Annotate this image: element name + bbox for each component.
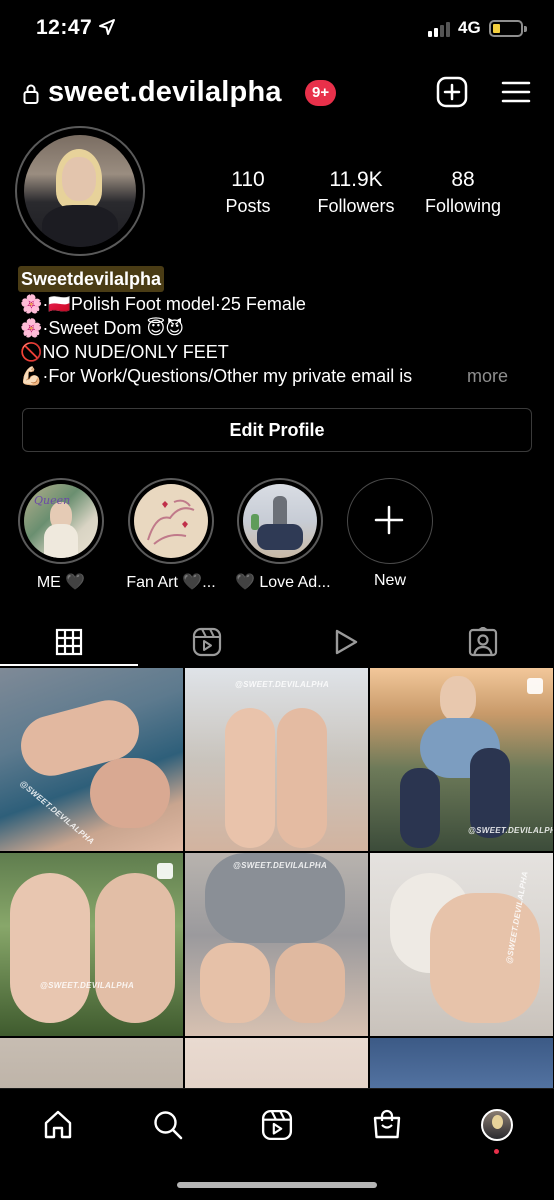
- tab-tagged[interactable]: [414, 618, 552, 666]
- profile-avatar: [481, 1109, 513, 1141]
- username[interactable]: sweet.devilalpha: [48, 76, 282, 109]
- shop-icon: [373, 1109, 401, 1139]
- highlight-label: ME 🖤: [36, 574, 86, 591]
- home-indicator[interactable]: [177, 1182, 377, 1188]
- add-post-icon[interactable]: [436, 76, 468, 108]
- tab-active-indicator: [0, 664, 138, 666]
- highlight-label: 🖤 Love Ad...: [235, 574, 331, 591]
- grid-icon: [55, 628, 83, 656]
- tab-video[interactable]: [276, 618, 414, 666]
- watermark: @SWEET.DEVILALPHA: [233, 861, 328, 870]
- nav-shop[interactable]: [367, 1105, 407, 1145]
- stat-label: Followers: [317, 196, 395, 216]
- bio-line: 💪🏻·For Work/Questions/Other my private e…: [20, 364, 509, 388]
- stat-label: Following: [424, 196, 502, 216]
- bio-more-link[interactable]: more: [467, 364, 508, 388]
- watermark: @SWEET.DEVILALPHA: [468, 826, 553, 835]
- status-bar: 12:47 4G: [0, 0, 554, 60]
- nav-reels[interactable]: [257, 1105, 297, 1145]
- highlight-label: New: [373, 572, 406, 589]
- plus-icon: [374, 505, 404, 535]
- notification-badge[interactable]: 9+: [305, 80, 337, 106]
- grid-post[interactable]: @SWEET.DEVILALPHA: [185, 668, 368, 851]
- highlight-label: Fan Art 🖤...: [126, 574, 216, 591]
- grid-post[interactable]: [0, 1038, 183, 1088]
- status-time: 12:47: [36, 16, 93, 39]
- multiple-posts-icon: [157, 863, 173, 879]
- grid-post[interactable]: @SWEET.DEVILALPHA: [0, 853, 183, 1036]
- watermark: @SWEET.DEVILALPHA: [18, 778, 96, 847]
- nav-home[interactable]: [38, 1105, 78, 1145]
- profile-tabs: [0, 618, 554, 666]
- edit-profile-button[interactable]: Edit Profile: [22, 408, 532, 452]
- profile-avatar-ring[interactable]: [15, 126, 145, 256]
- watermark: @SWEET.DEVILALPHA: [235, 680, 330, 689]
- grid-post[interactable]: @SWEET.DEVILALPHA: [185, 853, 368, 1036]
- nav-profile[interactable]: [477, 1105, 517, 1145]
- grid-post[interactable]: [185, 1038, 368, 1088]
- grid-post[interactable]: [370, 1038, 553, 1088]
- profile-avatar[interactable]: [24, 135, 136, 247]
- highlight-fan-art[interactable]: Fan Art 🖤...: [126, 478, 216, 592]
- search-icon: [154, 1111, 183, 1140]
- stat-value: 88: [451, 168, 475, 191]
- stat-followers[interactable]: 11.9K Followers: [310, 168, 402, 217]
- display-name: Sweetdevilalpha: [18, 266, 165, 292]
- stat-value: 110: [231, 168, 265, 191]
- highlight-me[interactable]: Queen ME 🖤: [16, 478, 106, 592]
- home-icon: [44, 1110, 72, 1139]
- bio-line: 🚫NO NUDE/ONLY FEET: [20, 342, 229, 362]
- multiple-posts-icon: [527, 678, 543, 694]
- tagged-icon: [468, 627, 498, 657]
- profile-header: sweet.devilalpha 9+: [0, 70, 554, 120]
- watermark: @SWEET.DEVILALPHA: [40, 981, 135, 990]
- grid-post[interactable]: @SWEET.DEVILALPHA: [0, 668, 183, 851]
- signal-icon: [428, 22, 450, 37]
- grid-post[interactable]: @SWEET.DEVILALPHA: [370, 668, 553, 851]
- notification-dot: [494, 1149, 499, 1154]
- reels-icon: [261, 1109, 293, 1141]
- hamburger-menu-icon[interactable]: [501, 79, 531, 105]
- battery-icon: [489, 20, 527, 37]
- stat-posts[interactable]: 110 Posts: [200, 168, 296, 217]
- highlight-new[interactable]: New: [345, 478, 435, 590]
- story-highlights: Queen ME 🖤 Fan Art 🖤... 🖤 Love Ad... New: [0, 478, 554, 591]
- bio-line: 🌸·Sweet Dom 😇😈: [20, 318, 184, 338]
- network-type: 4G: [458, 18, 481, 37]
- tab-grid[interactable]: [0, 618, 138, 666]
- stat-value: 11.9K: [329, 168, 383, 191]
- posts-grid: @SWEET.DEVILALPHA @SWEET.DEVILALPHA @SWE…: [0, 668, 554, 1088]
- reels-icon: [192, 627, 222, 657]
- bio: 🌸·🇵🇱Polish Foot model·25 Female 🌸·Sweet …: [20, 292, 540, 388]
- video-icon: [335, 629, 358, 655]
- highlight-love-ad[interactable]: 🖤 Love Ad...: [235, 478, 331, 592]
- tab-reels[interactable]: [138, 618, 276, 666]
- grid-post[interactable]: @SWEET.DEVILALPHA: [370, 853, 553, 1036]
- location-arrow-icon: [99, 19, 115, 35]
- lock-icon: [23, 84, 39, 104]
- nav-search[interactable]: [148, 1105, 188, 1145]
- bio-line: 🌸·🇵🇱Polish Foot model·25 Female: [20, 294, 306, 314]
- stat-label: Posts: [225, 196, 271, 216]
- stat-following[interactable]: 88 Following: [416, 168, 510, 217]
